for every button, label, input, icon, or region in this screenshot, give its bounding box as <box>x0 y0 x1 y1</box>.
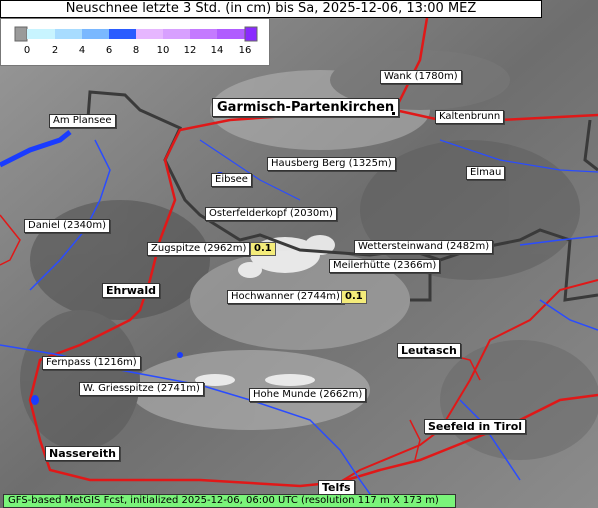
legend-tick: 8 <box>132 45 140 56</box>
legend-tick: 0 <box>23 45 31 56</box>
place-label-meilerhuette[interactable]: Meilerhütte (2366m) <box>329 259 441 273</box>
legend-tick: 14 <box>210 45 224 56</box>
place-label-wank[interactable]: Wank (1780m) <box>380 70 462 84</box>
place-label-fernpass[interactable]: Fernpass (1216m) <box>42 356 141 370</box>
forecast-footer: GFS-based MetGIS Fcst, initialized 2025-… <box>3 494 456 508</box>
place-label-hohe-munde[interactable]: Hohe Munde (2662m) <box>249 388 367 402</box>
place-label-wettersteinwand[interactable]: Wettersteinwand (2482m) <box>354 240 494 254</box>
place-label-hochwanner[interactable]: Hochwanner (2744m) <box>227 290 344 304</box>
map[interactable]: Neuschnee letzte 3 Std. (in cm) bis Sa, … <box>0 0 598 508</box>
place-marker <box>392 112 395 115</box>
map-title: Neuschnee letzte 3 Std. (in cm) bis Sa, … <box>0 0 542 18</box>
place-label-hausberg[interactable]: Hausberg Berg (1325m) <box>267 157 396 171</box>
legend-tick: 4 <box>78 45 86 56</box>
place-label-daniel[interactable]: Daniel (2340m) <box>24 219 111 233</box>
place-label-elmau[interactable]: Elmau <box>466 166 506 180</box>
place-label-osterfelderkopf[interactable]: Osterfelderkopf (2030m) <box>205 207 337 221</box>
value-badge-zugspitze: 0.1 <box>250 242 276 256</box>
place-label-leutasch[interactable]: Leutasch <box>397 343 461 358</box>
place-label-kaltenbrunn[interactable]: Kaltenbrunn <box>435 110 505 124</box>
legend: 0 2 4 6 8 10 12 14 16 <box>0 18 270 66</box>
legend-tick: 10 <box>156 45 170 56</box>
place-label-am-plansee[interactable]: Am Plansee <box>49 114 116 128</box>
place-label-w-griesspitze[interactable]: W. Griesspitze (2741m) <box>79 382 204 396</box>
legend-color-bar <box>14 26 258 42</box>
place-label-telfs[interactable]: Telfs <box>318 480 355 495</box>
legend-tick: 16 <box>238 45 252 56</box>
place-label-eibsee[interactable]: Eibsee <box>211 173 252 187</box>
place-label-ehrwald[interactable]: Ehrwald <box>102 283 160 298</box>
place-label-garmisch[interactable]: Garmisch-Partenkirchen <box>212 98 400 117</box>
value-badge-hochwanner: 0.1 <box>341 290 367 304</box>
legend-tick: 12 <box>183 45 197 56</box>
place-label-zugspitze[interactable]: Zugspitze (2962m) <box>147 242 251 256</box>
legend-tick: 2 <box>51 45 59 56</box>
place-label-nassereith[interactable]: Nassereith <box>45 446 120 461</box>
place-label-seefeld[interactable]: Seefeld in Tirol <box>424 419 527 434</box>
legend-tick: 6 <box>105 45 113 56</box>
